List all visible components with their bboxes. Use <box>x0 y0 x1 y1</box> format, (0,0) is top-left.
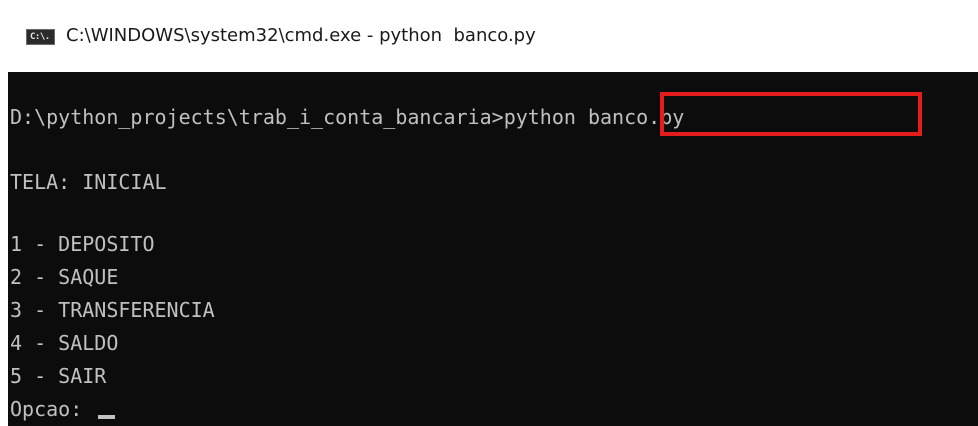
title-bar[interactable]: C:\. C:\WINDOWS\system32\cmd.exe - pytho… <box>8 0 978 72</box>
console-output[interactable]: D:\python_projects\trab_i_conta_bancaria… <box>8 72 978 426</box>
cmd-window: C:\. C:\WINDOWS\system32\cmd.exe - pytho… <box>8 0 978 426</box>
menu-option-deposito: 1 - DEPOSITO <box>10 232 155 256</box>
input-line[interactable]: Opcao: <box>10 393 116 426</box>
cmd-icon: C:\. <box>26 29 55 45</box>
prompt-path: D:\python_projects\trab_i_conta_bancaria… <box>10 105 504 129</box>
menu-option-sair: 5 - SAIR <box>10 364 107 388</box>
text-cursor <box>98 415 116 419</box>
menu-option-saldo: 4 - SALDO <box>10 331 119 355</box>
command-highlight-box <box>660 92 922 136</box>
prompt-line: D:\python_projects\trab_i_conta_bancaria… <box>10 101 684 134</box>
typed-command: python banco.py <box>503 105 685 129</box>
window-title: C:\WINDOWS\system32\cmd.exe - python ban… <box>66 25 536 46</box>
menu-option-saque: 2 - SAQUE <box>10 265 119 289</box>
screen-title: TELA: INICIAL <box>10 170 167 194</box>
input-prompt: Opcao: <box>10 397 95 421</box>
menu-option-transferencia: 3 - TRANSFERENCIA <box>10 298 215 322</box>
